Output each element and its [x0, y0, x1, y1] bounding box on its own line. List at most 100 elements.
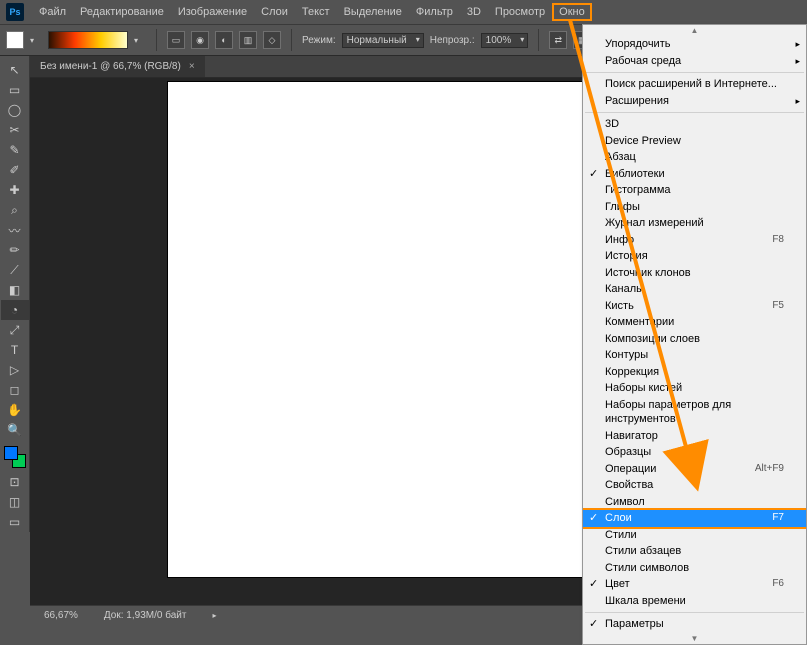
- tool-2[interactable]: ◯: [1, 100, 29, 120]
- tool-7[interactable]: ⌕: [1, 200, 29, 220]
- scroll-down-icon[interactable]: ▼: [583, 633, 806, 644]
- zoom-level[interactable]: 66,67%: [44, 610, 78, 621]
- menu-item-стили-абзацев[interactable]: Стили абзацев: [583, 543, 806, 560]
- check-icon: ✓: [589, 577, 598, 592]
- tool-17[interactable]: ✋: [1, 400, 29, 420]
- grad-radial-icon[interactable]: ◉: [191, 31, 209, 49]
- menu-item-навигатор[interactable]: Навигатор: [583, 428, 806, 445]
- tool-12[interactable]: ◔: [1, 300, 29, 320]
- menu-item-образцы[interactable]: Образцы: [583, 444, 806, 461]
- menu-item-label: Навигатор: [605, 429, 658, 444]
- menu-item-device-preview[interactable]: Device Preview: [583, 133, 806, 150]
- menu-item-label: Параметры: [605, 617, 664, 632]
- menu-item-label: Контуры: [605, 348, 648, 363]
- menu-shortcut: F6: [772, 577, 784, 592]
- grad-reflected-icon[interactable]: ▥: [239, 31, 257, 49]
- menu-item-глифы[interactable]: Глифы: [583, 199, 806, 216]
- menu-item-абзац[interactable]: Абзац: [583, 149, 806, 166]
- tool-1[interactable]: ▭: [1, 80, 29, 100]
- canvas[interactable]: [168, 82, 583, 577]
- tool-16[interactable]: ◻: [1, 380, 29, 400]
- menu-item-свойства[interactable]: Свойства: [583, 477, 806, 494]
- tool-9[interactable]: ✏: [1, 240, 29, 260]
- menu-item-label: Упорядочить: [605, 37, 670, 52]
- menu-item-рабочая-среда[interactable]: Рабочая среда: [583, 53, 806, 70]
- menu-item-слои[interactable]: ✓СлоиF7: [583, 508, 806, 529]
- menu-item-3d[interactable]: 3D: [583, 116, 806, 133]
- foreground-color[interactable]: [4, 446, 18, 460]
- menu-item-стили-символов[interactable]: Стили символов: [583, 560, 806, 577]
- menu-item-библиотеки[interactable]: ✓Библиотеки: [583, 166, 806, 183]
- menu-item-история[interactable]: История: [583, 248, 806, 265]
- menu-layers[interactable]: Слои: [254, 3, 295, 21]
- menu-item-цвет[interactable]: ✓ЦветF6: [583, 576, 806, 593]
- status-arrow-icon[interactable]: ▸: [212, 611, 216, 620]
- tool-3[interactable]: ✂: [1, 120, 29, 140]
- menu-item-расширения[interactable]: Расширения: [583, 93, 806, 110]
- gradient-preview[interactable]: [48, 31, 128, 49]
- tool-18[interactable]: 🔍: [1, 420, 29, 440]
- check-icon: ✓: [589, 617, 598, 632]
- grad-angle-icon[interactable]: ◐: [215, 31, 233, 49]
- opt-icon-reverse[interactable]: ⇄: [549, 31, 567, 49]
- menu-item-label: Образцы: [605, 445, 651, 460]
- menu-item-операции[interactable]: ОперацииAlt+F9: [583, 461, 806, 478]
- menu-file[interactable]: Файл: [32, 3, 73, 21]
- tool-4[interactable]: ✎: [1, 140, 29, 160]
- menu-window[interactable]: Окно: [552, 3, 592, 21]
- menu-item-наборы-параметров-для-инструментов[interactable]: Наборы параметров для инструментов: [583, 397, 806, 428]
- menu-item-стили[interactable]: Стили: [583, 527, 806, 544]
- menu-item-журнал-измерений[interactable]: Журнал измерений: [583, 215, 806, 232]
- tool-10[interactable]: ⟋: [1, 260, 29, 280]
- menu-3d[interactable]: 3D: [460, 3, 488, 21]
- menu-image[interactable]: Изображение: [171, 3, 254, 21]
- menu-select[interactable]: Выделение: [337, 3, 409, 21]
- menu-item-композиции-слоев[interactable]: Композиции слоев: [583, 331, 806, 348]
- blend-mode-select[interactable]: Нормальный: [342, 33, 424, 48]
- close-tab-icon[interactable]: ×: [189, 61, 195, 72]
- color-swatches[interactable]: [0, 444, 29, 472]
- menu-item-кисть[interactable]: КистьF5: [583, 298, 806, 315]
- menu-text[interactable]: Текст: [295, 3, 337, 21]
- tool-6[interactable]: ✚: [1, 180, 29, 200]
- gradient-dropdown-icon[interactable]: ▾: [134, 36, 146, 45]
- menu-item-контуры[interactable]: Контуры: [583, 347, 806, 364]
- menu-item-инфо[interactable]: ИнфоF8: [583, 232, 806, 249]
- tool-11[interactable]: ◧: [1, 280, 29, 300]
- scroll-up-icon[interactable]: ▲: [583, 25, 806, 36]
- menu-item-каналы[interactable]: Каналы: [583, 281, 806, 298]
- menu-view[interactable]: Просмотр: [488, 3, 552, 21]
- foreground-swatch[interactable]: [6, 31, 24, 49]
- menu-item-коррекция[interactable]: Коррекция: [583, 364, 806, 381]
- menu-edit[interactable]: Редактирование: [73, 3, 171, 21]
- menu-item-label: Слои: [605, 511, 632, 526]
- opacity-select[interactable]: 100%: [481, 33, 529, 48]
- menu-item-label: Каналы: [605, 282, 644, 297]
- menu-item-комментарии[interactable]: Комментарии: [583, 314, 806, 331]
- tool-quickmask-0[interactable]: ⊡: [1, 472, 29, 492]
- menu-item-упорядочить[interactable]: Упорядочить: [583, 36, 806, 53]
- tool-14[interactable]: T: [1, 340, 29, 360]
- separator: [291, 29, 292, 51]
- tool-15[interactable]: ▷: [1, 360, 29, 380]
- menu-item-наборы-кистей[interactable]: Наборы кистей: [583, 380, 806, 397]
- menu-shortcut: Alt+F9: [755, 462, 784, 477]
- menu-item-шкала-времени[interactable]: Шкала времени: [583, 593, 806, 610]
- tool-5[interactable]: ✐: [1, 160, 29, 180]
- swatch-dropdown-icon[interactable]: ▾: [30, 36, 42, 45]
- document-tab[interactable]: Без имени-1 @ 66,7% (RGB/8) ×: [30, 56, 205, 77]
- menu-item-параметры[interactable]: ✓ Параметры: [583, 616, 806, 633]
- tool-13[interactable]: ⤢: [1, 320, 29, 340]
- menu-item-поиск-расширений-в-интернете-[interactable]: Поиск расширений в Интернете...: [583, 76, 806, 93]
- menu-item-источник-клонов[interactable]: Источник клонов: [583, 265, 806, 282]
- menu-item-гистограмма[interactable]: Гистограмма: [583, 182, 806, 199]
- menu-filter[interactable]: Фильтр: [409, 3, 460, 21]
- tool-0[interactable]: ↖: [1, 60, 29, 80]
- tool-quickmask-2[interactable]: ▭: [1, 512, 29, 532]
- tool-quickmask-1[interactable]: ◫: [1, 492, 29, 512]
- tool-8[interactable]: 〰: [1, 220, 29, 240]
- app-logo: Ps: [6, 3, 24, 21]
- menu-item-label: Стили символов: [605, 561, 689, 576]
- grad-linear-icon[interactable]: ▭: [167, 31, 185, 49]
- grad-diamond-icon[interactable]: ◇: [263, 31, 281, 49]
